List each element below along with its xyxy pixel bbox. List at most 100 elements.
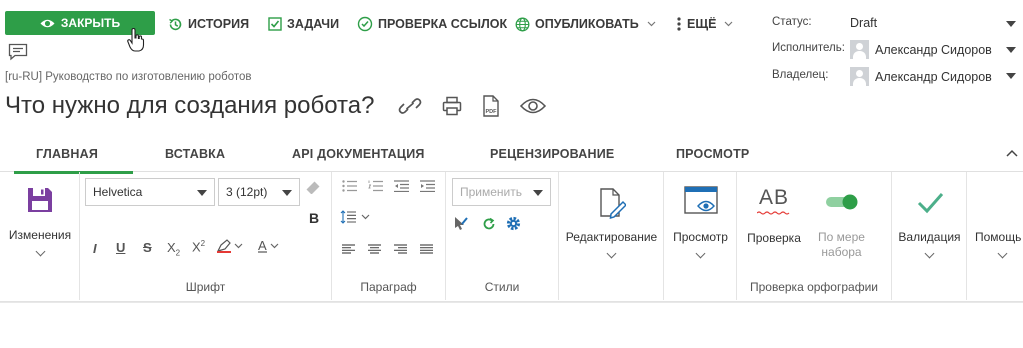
help-button[interactable]: Помощь xyxy=(967,230,1023,259)
toggle-switch-icon xyxy=(825,194,859,210)
spellcheck-as-you-type-toggle[interactable]: По мере набора xyxy=(809,194,874,260)
align-justify-icon[interactable] xyxy=(420,242,433,257)
globe-icon xyxy=(515,17,530,32)
as-you-type-label-2: набора xyxy=(821,245,862,259)
preview-label: Просмотр xyxy=(673,230,728,244)
validation-group: Валидация xyxy=(892,172,967,300)
outdent-icon[interactable] xyxy=(394,180,409,195)
validation-button[interactable]: Валидация xyxy=(892,190,967,259)
print-icon[interactable] xyxy=(442,96,462,116)
line-height-button[interactable] xyxy=(340,210,370,224)
save-icon xyxy=(26,186,54,214)
align-center-icon[interactable] xyxy=(368,242,381,257)
font-family-select[interactable]: Helvetica xyxy=(85,178,215,206)
hand-cursor-icon xyxy=(127,27,145,55)
pdf-icon[interactable]: PDF xyxy=(482,95,500,117)
checkbox-icon xyxy=(268,17,282,31)
publish-button[interactable]: ОПУБЛИКОВАТЬ xyxy=(515,14,656,34)
chevron-down-icon xyxy=(270,243,279,249)
collapse-ribbon-icon[interactable] xyxy=(1006,146,1018,160)
svg-text:PDF: PDF xyxy=(486,109,498,115)
status-value[interactable]: Draft xyxy=(850,16,877,30)
line-height-icon xyxy=(340,210,356,224)
assignee-value: Александр Сидоров xyxy=(875,42,992,57)
assignee-select[interactable]: Александр Сидоров xyxy=(850,40,992,59)
owner-label: Владелец: xyxy=(772,69,829,81)
edit-document-icon xyxy=(598,188,627,220)
bold-icon[interactable]: B xyxy=(309,210,319,226)
check-links-label: ПРОВЕРКА ССЫЛОК xyxy=(378,17,508,31)
tab-review[interactable]: РЕЦЕНЗИРОВАНИЕ xyxy=(490,147,614,161)
highlight-color-button[interactable] xyxy=(216,239,243,253)
paragraph-group: Параграф xyxy=(332,172,446,300)
help-label: Помощь xyxy=(975,230,1022,244)
publish-label: ОПУБЛИКОВАТЬ xyxy=(535,17,639,31)
history-label: ИСТОРИЯ xyxy=(188,17,250,31)
editing-label: Редактирование xyxy=(565,230,658,244)
chevron-down-icon xyxy=(647,21,656,27)
font-size-select[interactable]: 3 (12pt) xyxy=(218,178,300,206)
validation-label: Валидация xyxy=(898,230,961,244)
checkmark-icon xyxy=(916,190,944,216)
eye-icon xyxy=(40,18,55,29)
tab-home[interactable]: ГЛАВНАЯ xyxy=(13,147,134,174)
title-actions: PDF xyxy=(398,95,546,117)
strikethrough-icon[interactable]: S xyxy=(143,240,152,255)
status-label: Статус: xyxy=(772,16,812,28)
editing-group: Редактирование xyxy=(559,172,664,300)
tab-api-docs[interactable]: API ДОКУМЕНТАЦИЯ xyxy=(292,147,425,161)
underline-icon[interactable]: U xyxy=(116,240,125,255)
numbered-list-icon[interactable] xyxy=(368,180,383,195)
tasks-label: ЗАДАЧИ xyxy=(287,17,340,31)
font-group: Helvetica 3 (12pt) B I U S X2 X2 A Шрифт xyxy=(80,172,332,300)
link-check-icon xyxy=(357,16,373,32)
editor-area[interactable] xyxy=(0,302,1023,348)
eraser-icon[interactable] xyxy=(305,180,321,199)
align-right-icon[interactable] xyxy=(394,242,407,257)
owner-value: Александр Сидоров xyxy=(875,69,992,84)
tab-insert[interactable]: ВСТАВКА xyxy=(165,147,225,161)
link-icon[interactable] xyxy=(398,98,422,114)
history-button[interactable]: ИСТОРИЯ xyxy=(168,14,249,34)
comment-icon[interactable] xyxy=(8,43,28,64)
editing-button[interactable]: Редактирование xyxy=(559,188,664,259)
chevron-down-icon xyxy=(361,214,370,220)
check-links-button[interactable]: ПРОВЕРКА ССЫЛОК xyxy=(357,14,507,34)
more-button[interactable]: ЕЩЁ xyxy=(676,14,733,34)
status-caret-icon[interactable] xyxy=(1006,21,1016,27)
tasks-button[interactable]: ЗАДАЧИ xyxy=(268,14,339,34)
assignee-caret-icon[interactable] xyxy=(1006,47,1016,53)
font-family-value: Helvetica xyxy=(93,185,143,199)
format-painter-icon[interactable] xyxy=(453,215,469,234)
spellcheck-button[interactable]: AB Проверка xyxy=(741,186,807,245)
spellcheck-ab-text: AB xyxy=(758,186,789,209)
preview-button[interactable]: Просмотр xyxy=(664,186,737,259)
gear-icon[interactable] xyxy=(505,215,522,235)
changes-button[interactable]: Изменения xyxy=(0,186,80,257)
apply-style-placeholder: Применить xyxy=(460,185,523,199)
owner-caret-icon[interactable] xyxy=(1006,73,1016,79)
font-group-label: Шрифт xyxy=(185,280,226,294)
eye-icon[interactable] xyxy=(520,98,546,114)
align-left-icon[interactable] xyxy=(342,242,355,257)
superscript-icon[interactable]: X2 xyxy=(192,239,205,254)
indent-icon[interactable] xyxy=(420,180,435,195)
apply-style-select[interactable]: Применить xyxy=(452,178,551,206)
more-label: ЕЩЁ xyxy=(687,17,717,31)
styles-group: Применить Стили xyxy=(446,172,559,300)
changes-label: Изменения xyxy=(8,228,72,242)
subscript-icon[interactable]: X2 xyxy=(167,240,180,258)
styles-group-label: Стили xyxy=(484,280,520,294)
kebab-icon xyxy=(676,17,682,31)
font-color-button[interactable]: A xyxy=(258,238,279,253)
owner-select[interactable]: Александр Сидоров xyxy=(850,67,992,86)
bullet-list-icon[interactable] xyxy=(342,180,357,195)
italic-icon[interactable]: I xyxy=(93,241,97,256)
tab-view[interactable]: ПРОСМОТР xyxy=(676,147,749,161)
breadcrumb[interactable]: [ru-RU] Руководство по изготовлению робо… xyxy=(5,71,252,83)
changes-group: Изменения xyxy=(0,172,80,300)
font-color-icon: A xyxy=(258,238,267,253)
ribbon: Изменения Helvetica 3 (12pt) B I U S X2 … xyxy=(0,172,1023,302)
spellcheck-group-label: Проверка орфографии xyxy=(750,280,878,294)
refresh-icon[interactable] xyxy=(482,217,496,234)
